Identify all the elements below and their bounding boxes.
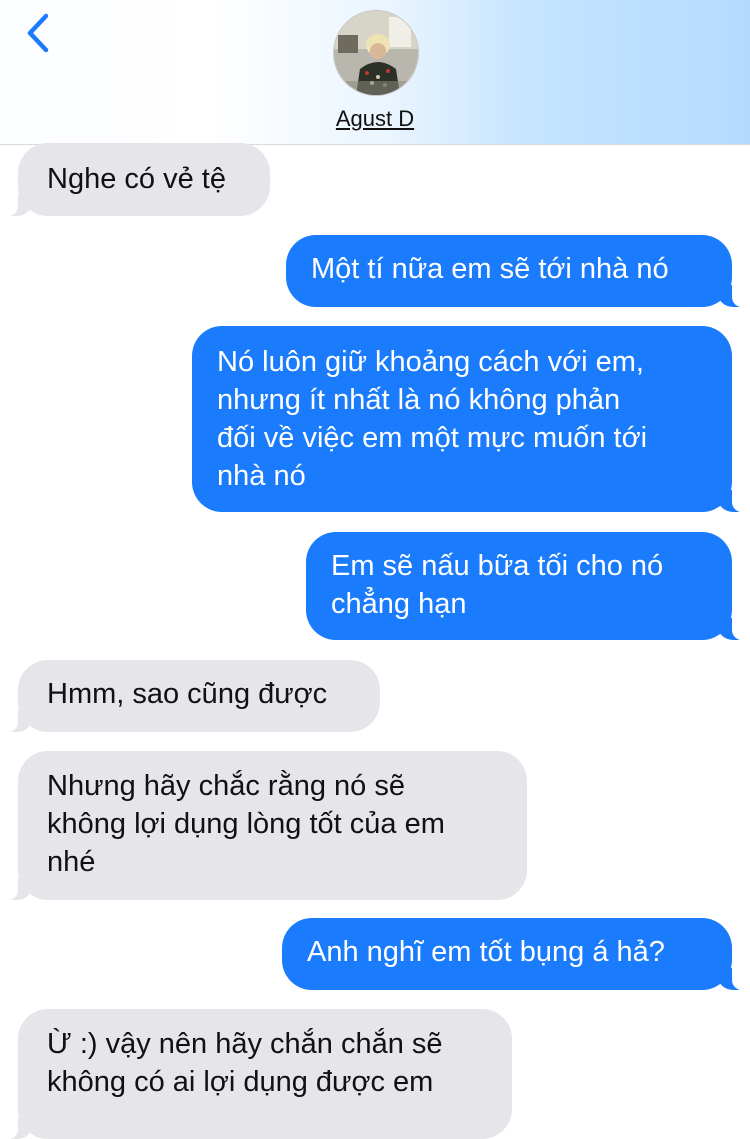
message-bubble-incoming: Nghe có vẻ tệ — [6, 143, 270, 216]
message-bubble-outgoing: Em sẽ nấu bữa tối cho nó chẳng hạn — [306, 532, 744, 640]
message-text: Một tí nữa em sẽ tới nhà nó — [311, 253, 669, 285]
message-text: Nghe có vẻ tệ — [47, 163, 226, 195]
message-bubble-incoming: Nhưng hãy chắc rằng nó sẽ không lợi dụng… — [6, 751, 527, 900]
message-text: Ừ :) vậy nên hãy chắn chắn sẽ — [47, 1028, 443, 1060]
message-bubble-incoming: Hmm, sao cũng được — [6, 660, 380, 732]
message-text: nhưng ít nhất là nó không phản — [217, 384, 621, 416]
contact-avatar[interactable] — [333, 10, 419, 96]
message-text: không có ai lợi dụng được em — [47, 1066, 434, 1098]
message-bubble-outgoing: Một tí nữa em sẽ tới nhà nó — [286, 235, 744, 307]
message-text: nhé — [47, 846, 96, 878]
message-text: Anh nghĩ em tốt bụng á hả? — [307, 936, 665, 968]
message-text: Em sẽ nấu bữa tối cho nó — [331, 550, 664, 582]
back-button[interactable] — [18, 12, 62, 56]
message-text: đối về việc em một mực muốn tới — [217, 422, 648, 454]
message-text: không lợi dụng lòng tốt của em — [47, 808, 445, 840]
chevron-left-icon — [27, 13, 49, 53]
contact-name[interactable]: Agust D — [0, 106, 750, 132]
message-text: Nhưng hãy chắc rằng nó sẽ — [47, 770, 405, 802]
message-bubble-outgoing: Anh nghĩ em tốt bụng á hả? — [282, 918, 744, 990]
message-text: Nó luôn giữ khoảng cách với em, — [217, 346, 644, 378]
message-bubble-outgoing: Nó luôn giữ khoảng cách với em, nhưng ít… — [192, 326, 744, 512]
message-text: nhà nó — [217, 460, 306, 492]
message-text: Hmm, sao cũng được — [47, 678, 328, 710]
contact-avatar-photo — [334, 11, 418, 95]
conversation-header: Agust D — [0, 0, 750, 145]
message-bubble-incoming: Ừ :) vậy nên hãy chắn chắn sẽ không có a… — [6, 1009, 512, 1139]
message-text: chẳng hạn — [331, 588, 467, 620]
